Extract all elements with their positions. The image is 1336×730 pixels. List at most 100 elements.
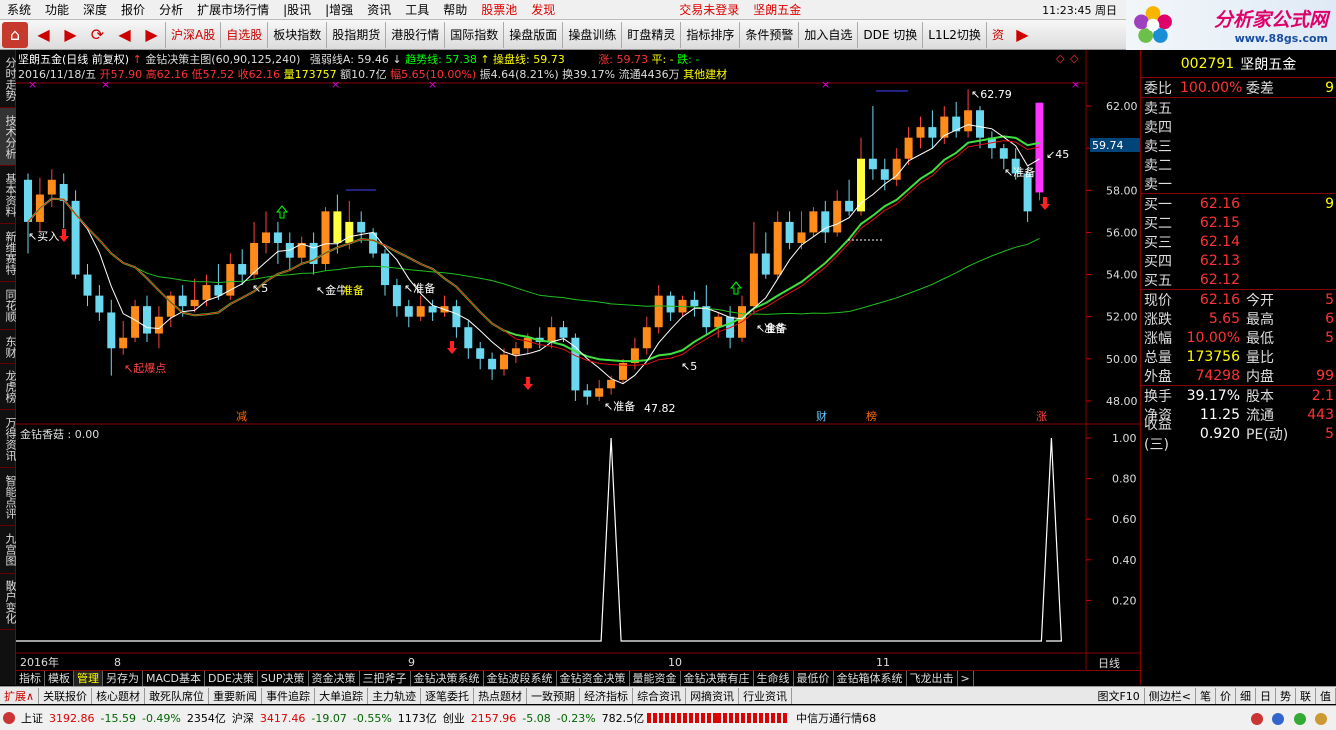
- indicator-tab[interactable]: >: [958, 671, 974, 686]
- menu-system[interactable]: 系统: [0, 1, 38, 18]
- tab-sector-index[interactable]: 板块指数: [267, 21, 326, 48]
- indicator-tab[interactable]: 管理: [74, 671, 103, 686]
- info-tab[interactable]: 行业资讯: [739, 687, 793, 704]
- info-tab[interactable]: 综合资讯: [633, 687, 687, 704]
- info-tab[interactable]: 大单追踪: [315, 687, 369, 704]
- refresh-icon[interactable]: ⟳: [84, 22, 111, 48]
- tab-watchlist[interactable]: 自选股: [220, 21, 267, 48]
- menu-function[interactable]: 功能: [38, 1, 76, 18]
- info-tab[interactable]: 经济指标: [580, 687, 634, 704]
- info-tab[interactable]: 核心题材: [92, 687, 146, 704]
- info-tab[interactable]: 敢死队席位: [145, 687, 210, 704]
- menu-info[interactable]: 资讯: [360, 1, 398, 18]
- tab-indicator-sort[interactable]: 指标排序: [680, 21, 739, 48]
- tab-info[interactable]: 资: [985, 21, 1009, 48]
- sidebar-item-technical[interactable]: 技术分析: [0, 108, 17, 166]
- sidebar-item-dragon-tiger[interactable]: 龙虎榜: [0, 364, 17, 410]
- menu-stock-pool[interactable]: 股票池: [474, 1, 524, 18]
- menu-discover[interactable]: 发现: [524, 1, 562, 18]
- tab-training[interactable]: 操盘训练: [562, 21, 621, 48]
- status-icon-1[interactable]: [1250, 713, 1263, 725]
- prev-icon[interactable]: ◀: [111, 22, 138, 48]
- tab-monitor[interactable]: 盯盘精灵: [621, 21, 680, 48]
- indicator-tab[interactable]: 金钻决策系统: [411, 671, 484, 686]
- info-tab[interactable]: 扩展∧: [0, 687, 40, 704]
- indicator-tab[interactable]: 指标: [16, 671, 45, 686]
- indicator-tab[interactable]: DDE决策: [205, 671, 258, 686]
- side-tab[interactable]: 日: [1256, 687, 1276, 704]
- info-tab[interactable]: 热点题材: [474, 687, 528, 704]
- tab-scroll-right-icon[interactable]: ▶: [1009, 22, 1036, 48]
- indicator-tab[interactable]: 生命线: [754, 671, 794, 686]
- side-tab[interactable]: 细: [1236, 687, 1256, 704]
- tab-index-futures[interactable]: 股指期货: [326, 21, 385, 48]
- side-tab[interactable]: 图文F10: [1093, 687, 1145, 704]
- info-tab[interactable]: 事件追踪: [262, 687, 316, 704]
- tab-hk-quotes[interactable]: 港股行情: [385, 21, 444, 48]
- indicator-tab[interactable]: 量能资金: [630, 671, 681, 686]
- indicator-tab[interactable]: 模板: [45, 671, 74, 686]
- info-tab[interactable]: 一致预期: [527, 687, 581, 704]
- side-tab[interactable]: 联: [1296, 687, 1316, 704]
- menu-help[interactable]: 帮助: [436, 1, 474, 18]
- menu-ext-market[interactable]: 扩展市场行情: [190, 1, 276, 18]
- trade-login-status[interactable]: 交易未登录: [672, 1, 746, 18]
- sidebar-item-ths[interactable]: 同花顺: [0, 282, 17, 330]
- back-icon[interactable]: ◀: [30, 22, 57, 48]
- indicator-tab[interactable]: 最低价: [794, 671, 834, 686]
- kline-chart[interactable]: 62.0060.0058.0056.0054.0052.0050.0048.00…: [16, 50, 1140, 670]
- indicator-tab[interactable]: MACD基本: [143, 671, 205, 686]
- sidebar-item-smart-review[interactable]: 智能点评: [0, 468, 17, 526]
- side-tab[interactable]: 侧边栏<: [1145, 687, 1196, 704]
- tab-hs-a[interactable]: 沪深A股: [165, 21, 220, 48]
- menu-news[interactable]: |股讯: [276, 1, 318, 18]
- menu-tools[interactable]: 工具: [398, 1, 436, 18]
- menu-quote[interactable]: 报价: [114, 1, 152, 18]
- indicator-tab[interactable]: 金钻箱体系统: [834, 671, 907, 686]
- next-icon[interactable]: ▶: [138, 22, 165, 48]
- sidebar-item-eastmoney[interactable]: 东财: [0, 330, 17, 364]
- info-tab[interactable]: 网摘资讯: [686, 687, 740, 704]
- indicator-tab[interactable]: 飞龙出击: [907, 671, 958, 686]
- sidebar-item-intraday[interactable]: 分时走势: [0, 50, 17, 108]
- forward-icon[interactable]: ▶: [57, 22, 84, 48]
- tab-add-watch[interactable]: 加入自选: [798, 21, 857, 48]
- indicator-tab[interactable]: 资金决策: [309, 671, 360, 686]
- tab-l1l2-switch[interactable]: L1L2切换: [922, 21, 986, 48]
- indicator-tab[interactable]: 金钻波段系统: [484, 671, 557, 686]
- candle-body: [500, 354, 508, 370]
- side-tab[interactable]: 笔: [1196, 687, 1216, 704]
- info-tab[interactable]: 逐笔委托: [421, 687, 475, 704]
- indicator-tab[interactable]: 另存为: [103, 671, 143, 686]
- sidebar-item-retail[interactable]: 散户变化: [0, 574, 17, 630]
- menu-analysis[interactable]: 分析: [152, 1, 190, 18]
- info-tab[interactable]: 主力轨迹: [368, 687, 422, 704]
- status-icon-3[interactable]: [1293, 713, 1306, 725]
- tab-intl-index[interactable]: 国际指数: [444, 21, 503, 48]
- chart-restore-icon[interactable]: ◇: [1056, 52, 1065, 65]
- status-icon-2[interactable]: [1272, 713, 1284, 725]
- sidebar-item-nine-grid[interactable]: 九宫图: [0, 526, 17, 574]
- indicator-tab[interactable]: 金钻资金决策: [557, 671, 630, 686]
- info-tab[interactable]: 关联报价: [39, 687, 93, 704]
- home-icon[interactable]: ⌂: [2, 21, 28, 48]
- sidebar-item-xinwei[interactable]: 新维赛特: [0, 224, 17, 282]
- tab-alert[interactable]: 条件预警: [739, 21, 798, 48]
- indicator-tab[interactable]: SUP决策: [258, 671, 309, 686]
- sidebar-item-wind[interactable]: 万得资讯: [0, 410, 17, 468]
- chart-close-icon[interactable]: ◇: [1070, 52, 1079, 65]
- indicator-tab[interactable]: 三把斧子: [360, 671, 411, 686]
- side-tab[interactable]: 势: [1276, 687, 1296, 704]
- tab-layout[interactable]: 操盘版面: [503, 21, 562, 48]
- tab-dde-switch[interactable]: DDE 切换: [857, 21, 922, 48]
- side-tab[interactable]: 值: [1316, 687, 1336, 704]
- sidebar-item-basic[interactable]: 基本资料: [0, 166, 17, 224]
- info-tab[interactable]: 重要新闻: [209, 687, 263, 704]
- indicator-tab[interactable]: 金钻决策有庄: [681, 671, 754, 686]
- period-label[interactable]: 日线: [1098, 656, 1120, 670]
- formula-name[interactable]: 金钻决策主图(60,90,125,240): [145, 53, 300, 66]
- status-icon-4[interactable]: [1315, 713, 1327, 725]
- menu-depth[interactable]: 深度: [76, 1, 114, 18]
- menu-enhance[interactable]: |增强: [318, 1, 360, 18]
- side-tab[interactable]: 价: [1216, 687, 1236, 704]
